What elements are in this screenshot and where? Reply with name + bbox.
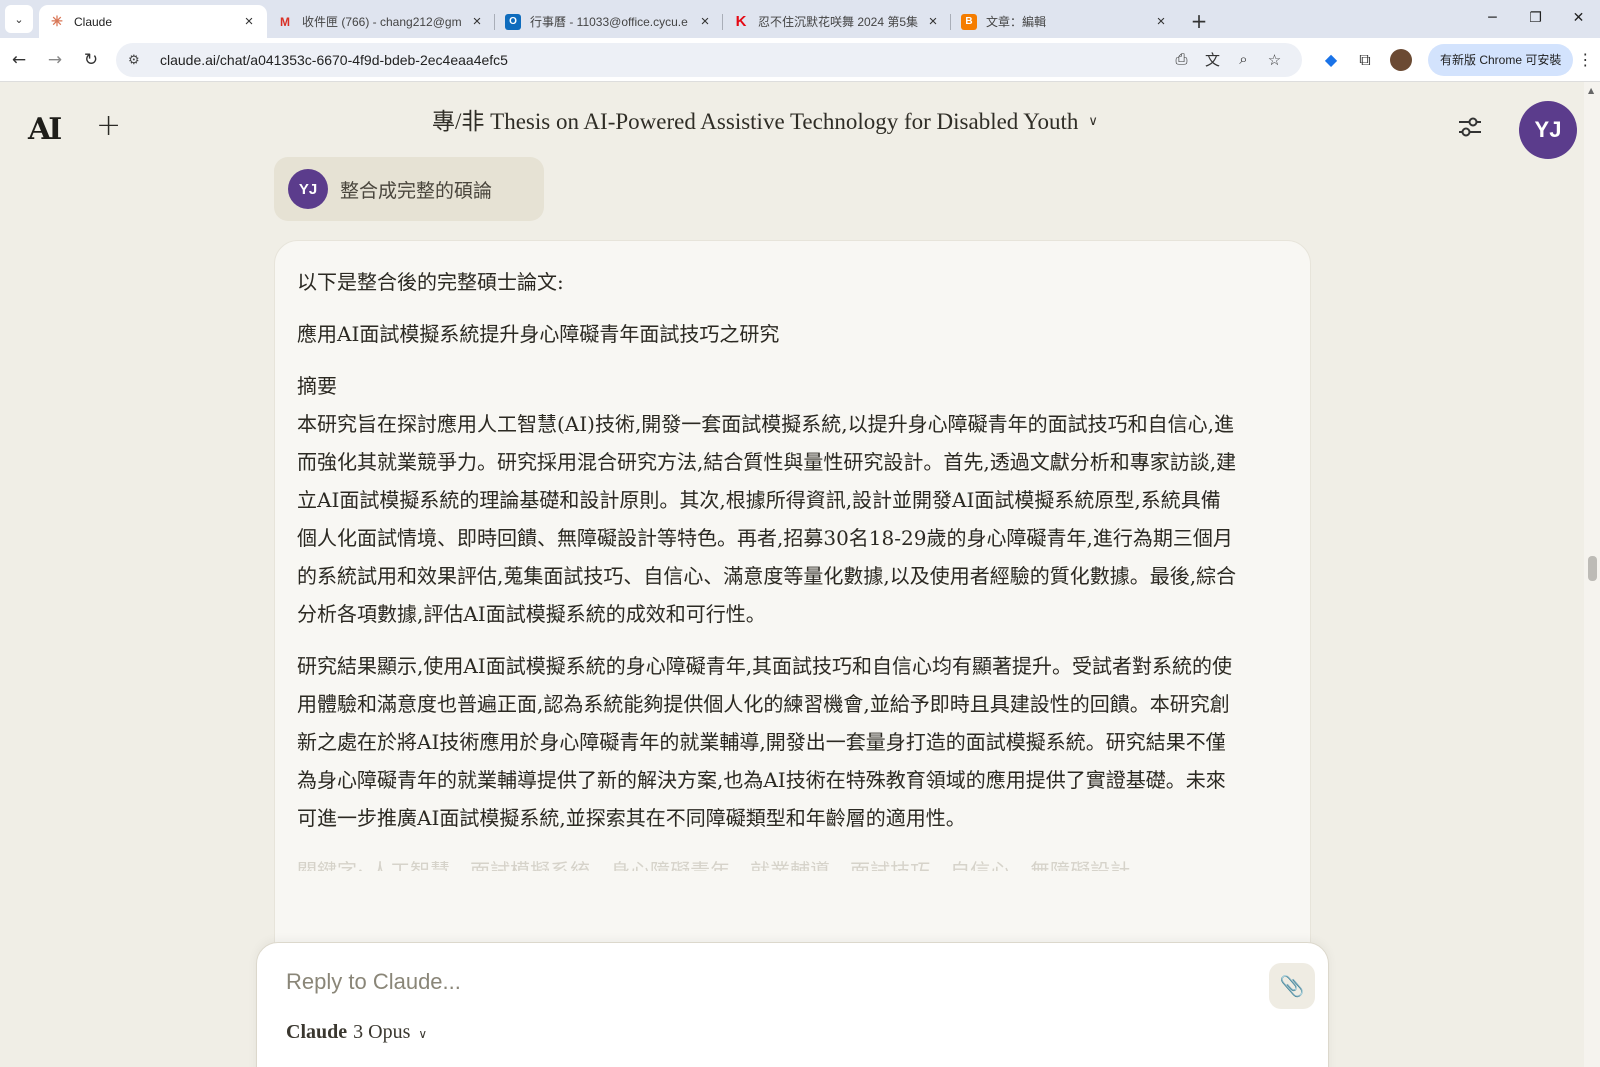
tab-title: 收件匣 (766) - chang212@gm	[302, 15, 462, 29]
close-tab-icon[interactable]: ×	[925, 13, 941, 30]
user-message: YJ 整合成完整的碩論	[274, 157, 544, 221]
tab-title: Claude	[74, 14, 113, 29]
profile-avatar-icon[interactable]	[1390, 48, 1412, 71]
chevron-down-icon: ∨	[1088, 113, 1098, 128]
anthropic-logo[interactable]: AI	[28, 112, 62, 147]
more-menu-icon[interactable]: ⋮	[1573, 50, 1597, 69]
minimize-icon[interactable]: ─	[1471, 0, 1514, 36]
tab-title: 文章：編輯	[986, 15, 1047, 29]
claude-asterisk-icon: ✳	[51, 13, 63, 29]
tab-claude[interactable]: ✳ Claude ×	[39, 5, 267, 38]
new-tab-icon[interactable]: +	[1185, 7, 1213, 35]
tab-blogger[interactable]: B 文章：編輯 ×	[951, 5, 1179, 38]
address-bar[interactable]: ⚙ claude.ai/chat/a041353c-6670-4f9d-bdeb…	[116, 42, 1302, 77]
reply-input[interactable]: Reply to Claude...	[286, 969, 461, 995]
close-tab-icon[interactable]: ×	[697, 13, 713, 30]
tab-search-icon[interactable]: ⌄	[5, 5, 33, 33]
user-avatar[interactable]: YJ	[1519, 101, 1577, 159]
extensions-puzzle-icon[interactable]: ⧉	[1348, 43, 1382, 77]
zoom-icon[interactable]: ⌕	[1228, 51, 1259, 68]
url-text: claude.ai/chat/a041353c-6670-4f9d-bdeb-2…	[160, 51, 508, 68]
install-app-icon[interactable]: ⎙	[1166, 51, 1197, 68]
site-info-icon[interactable]: ⚙	[128, 52, 148, 68]
abstract-heading: 摘要	[297, 374, 337, 398]
tab-title: 忍不住沉默花咲舞 2024 第5集	[758, 15, 919, 29]
paperclip-icon[interactable]: 📎	[1269, 963, 1315, 1009]
k-icon: K	[735, 13, 747, 30]
browser-tab-strip: ⌄ ✳ Claude × M 收件匣 (766) - chang212@gm ×…	[0, 0, 1600, 38]
chat-title: 專/非 Thesis on AI-Powered Assistive Techn…	[432, 109, 1079, 134]
reply-intro: 以下是整合後的完整碩士論文:	[297, 270, 564, 294]
model-version: 3 Opus	[353, 1021, 411, 1043]
keywords-line-faded: 關鍵字: 人工智慧、面試模擬系統、身心障礙青年、就業輔導、面試技巧、自信心、無障…	[297, 859, 1131, 871]
outlook-icon: O	[505, 13, 521, 30]
user-avatar-small: YJ	[288, 169, 328, 209]
back-icon[interactable]: ←	[2, 43, 36, 77]
chevron-down-icon: ∨	[418, 1026, 428, 1041]
forward-icon[interactable]: →	[38, 43, 72, 77]
model-brand: Claude	[286, 1021, 348, 1043]
window-controls: ─ ❐ ✕	[1471, 0, 1600, 36]
thesis-title: 應用AI面試模擬系統提升身心障礙青年面試技巧之研究	[297, 322, 780, 346]
close-tab-icon[interactable]: ×	[469, 13, 485, 30]
bookmark-star-icon[interactable]: ☆	[1259, 51, 1290, 69]
tab-outlook[interactable]: O 行事曆 - 11033@office.cycu.e ×	[495, 5, 723, 38]
chrome-update-button[interactable]: 有新版 Chrome 可安裝	[1428, 43, 1574, 76]
tab-video[interactable]: K 忍不住沉默花咲舞 2024 第5集 ×	[723, 5, 951, 38]
close-tab-icon[interactable]: ×	[1153, 13, 1169, 30]
user-message-text: 整合成完整的碩論	[340, 179, 493, 202]
reply-composer[interactable]: Reply to Claude... 📎 Claude 3 Opus ∨	[256, 942, 1329, 1067]
assistant-message: 以下是整合後的完整碩士論文: 應用AI面試模擬系統提升身心障礙青年面試技巧之研究…	[274, 240, 1311, 1000]
gmail-icon: M	[280, 14, 290, 29]
restore-icon[interactable]: ❐	[1514, 0, 1557, 36]
tab-title: 行事曆 - 11033@office.cycu.e	[530, 15, 688, 29]
abstract-paragraph-1: 本研究旨在探討應用人工智慧(AI)技術,開發一套面試模擬系統,以提升身心障礙青年…	[297, 412, 1237, 626]
extension-icon[interactable]: ◆	[1314, 43, 1348, 77]
chat-title-dropdown[interactable]: 專/非 Thesis on AI-Powered Assistive Techn…	[432, 102, 1098, 136]
abstract-paragraph-2: 研究結果顯示,使用AI面試模擬系統的身心障礙青年,其面試技巧和自信心均有顯著提升…	[297, 654, 1233, 830]
close-window-icon[interactable]: ✕	[1557, 0, 1600, 36]
claude-app: AI + 專/非 Thesis on AI-Powered Assistive …	[0, 82, 1584, 1067]
translate-icon[interactable]: 文	[1197, 49, 1228, 70]
new-chat-icon[interactable]: +	[96, 108, 121, 143]
close-tab-icon[interactable]: ×	[241, 13, 257, 30]
sliders-icon[interactable]	[1457, 116, 1483, 138]
browser-toolbar: ← → ↻ ⚙ claude.ai/chat/a041353c-6670-4f9…	[0, 38, 1600, 82]
blogger-icon: B	[961, 13, 977, 30]
tab-gmail[interactable]: M 收件匣 (766) - chang212@gm ×	[267, 5, 495, 38]
page-scrollbar[interactable]: ▲	[1584, 82, 1600, 1067]
reload-icon[interactable]: ↻	[74, 43, 108, 77]
model-selector[interactable]: Claude 3 Opus ∨	[286, 1021, 427, 1044]
scrollbar-thumb[interactable]	[1588, 556, 1597, 581]
scroll-up-icon[interactable]: ▲	[1588, 86, 1594, 95]
